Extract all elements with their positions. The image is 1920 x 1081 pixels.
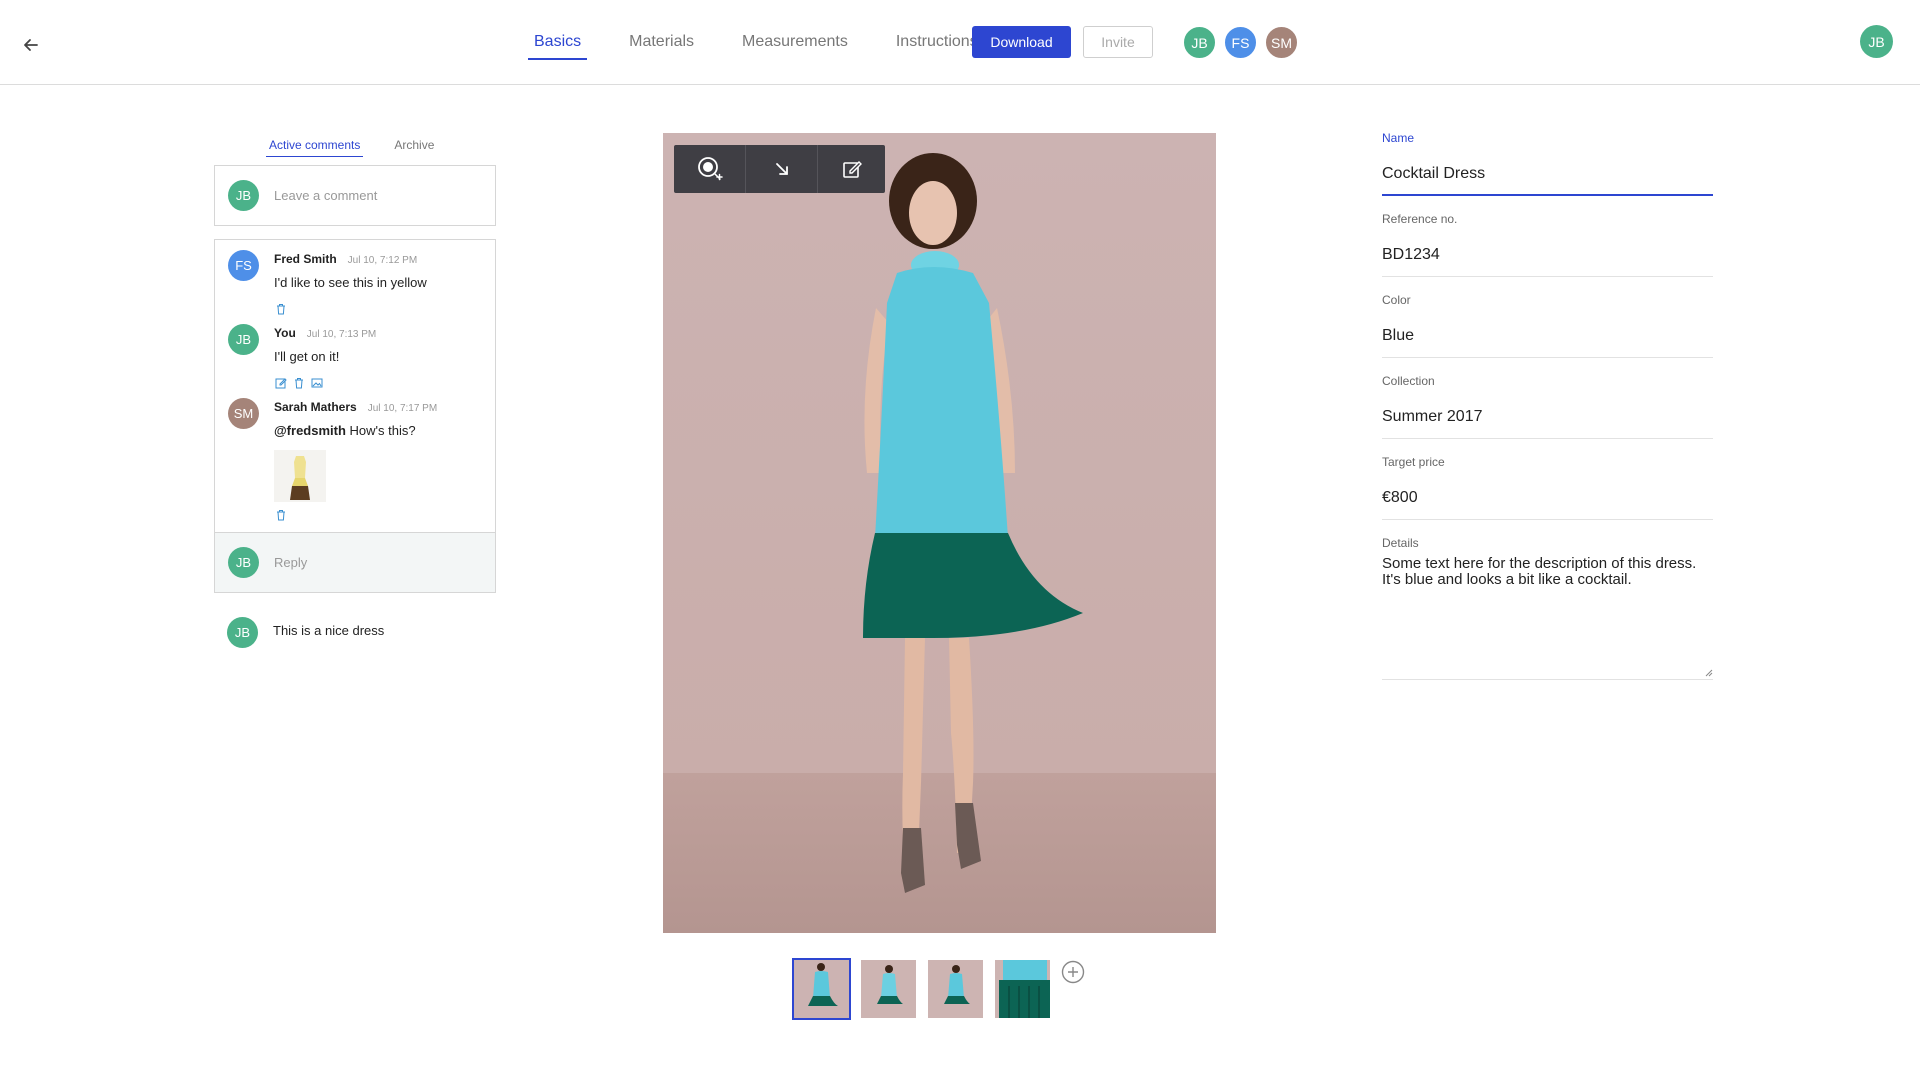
attachment-thumbnail[interactable] [274, 450, 326, 502]
mention[interactable]: @fredsmith [274, 423, 346, 438]
name-field: Name Cocktail Dress [1382, 131, 1713, 196]
resize-handle-icon[interactable] [1703, 667, 1713, 677]
image-toolbar [674, 145, 885, 193]
comments-panel: Active comments Archive JB Leave a comme… [214, 130, 496, 648]
image-icon[interactable] [310, 376, 324, 390]
trash-icon[interactable] [274, 302, 288, 316]
comment: JB This is a nice dress [214, 617, 496, 648]
magnify-add-icon [697, 157, 723, 181]
comment: JB You Jul 10, 7:13 PM I'll get on it! [215, 316, 495, 390]
tab-instructions[interactable]: Instructions [890, 26, 984, 60]
comment-author: Fred Smith [274, 252, 337, 266]
collection-field: Collection Summer 2017 [1382, 374, 1713, 439]
avatar[interactable]: FS [1223, 25, 1258, 60]
tab-basics[interactable]: Basics [528, 26, 588, 60]
field-label: Details [1382, 536, 1419, 550]
collection-input[interactable]: Summer 2017 [1382, 389, 1713, 439]
comment-text: This is a nice dress [273, 623, 385, 638]
field-label: Reference no. [1382, 212, 1458, 226]
comment-thread: FS Fred Smith Jul 10, 7:12 PM I'd like t… [214, 239, 496, 593]
avatar: JB [228, 180, 259, 211]
avatar[interactable]: SM [1264, 25, 1299, 60]
target-price-field: Target price €800 [1382, 455, 1713, 520]
comment-text: I'd like to see this in yellow [274, 275, 427, 290]
details-field: Details Some text here for the descripti… [1382, 536, 1713, 680]
comment: SM Sarah Mathers Jul 10, 7:17 PM @fredsm… [215, 390, 495, 522]
new-comment-box[interactable]: JB Leave a comment [214, 165, 496, 226]
comment-time: Jul 10, 7:13 PM [306, 329, 377, 340]
main-tabs: Basics Materials Measurements Instructio… [528, 26, 1020, 60]
back-arrow-icon[interactable] [18, 32, 44, 58]
comment-text: I'll get on it! [274, 349, 340, 364]
thumbnail[interactable] [993, 958, 1052, 1020]
plus-circle-icon[interactable] [1060, 959, 1086, 985]
reference-field: Reference no. BD1234 [1382, 212, 1713, 277]
avatar: JB [228, 324, 259, 355]
reply-input[interactable]: Reply [274, 555, 307, 570]
comment-text: @fredsmith How's this? [274, 423, 416, 438]
field-label: Collection [1382, 374, 1435, 388]
comment: FS Fred Smith Jul 10, 7:12 PM I'd like t… [215, 240, 495, 316]
dress-photo-illustration [663, 133, 1216, 933]
avatar: JB [228, 547, 259, 578]
field-label: Target price [1382, 455, 1445, 469]
edit-icon[interactable] [274, 376, 288, 390]
color-field: Color Blue [1382, 293, 1713, 358]
reply-box[interactable]: JB Reply [215, 532, 495, 592]
trash-icon[interactable] [274, 508, 288, 522]
download-button[interactable]: Download [972, 26, 1071, 58]
tab-archive[interactable]: Archive [391, 130, 437, 157]
product-photo[interactable] [663, 133, 1216, 933]
trash-icon[interactable] [292, 376, 306, 390]
collaborator-avatars: JB FS SM [1182, 25, 1305, 60]
avatar[interactable]: JB [1182, 25, 1217, 60]
comment-tabs: Active comments Archive [214, 130, 496, 157]
zoom-tool[interactable] [674, 145, 746, 193]
color-input[interactable]: Blue [1382, 308, 1713, 358]
reference-input[interactable]: BD1234 [1382, 227, 1713, 277]
details-form: Name Cocktail Dress Reference no. BD1234… [1382, 131, 1713, 680]
edit-icon [842, 161, 862, 178]
user-avatar[interactable]: JB [1860, 25, 1893, 58]
comment-input[interactable]: Leave a comment [274, 188, 377, 203]
thumbnail[interactable] [926, 958, 985, 1020]
tab-materials[interactable]: Materials [623, 26, 700, 60]
arrow-down-right-icon [775, 163, 788, 175]
comment-time: Jul 10, 7:12 PM [347, 255, 418, 266]
details-textarea[interactable]: Some text here for the description of th… [1382, 556, 1713, 680]
top-bar: Basics Materials Measurements Instructio… [0, 0, 1920, 85]
comment-author: Sarah Mathers [274, 400, 357, 414]
avatar: SM [228, 398, 259, 429]
invite-button[interactable]: Invite [1083, 26, 1153, 58]
arrow-tool[interactable] [746, 145, 818, 193]
avatar: FS [228, 250, 259, 281]
comment-author: You [274, 326, 296, 340]
avatar: JB [227, 617, 258, 648]
annotate-tool[interactable] [818, 145, 885, 193]
name-input[interactable]: Cocktail Dress [1382, 146, 1713, 196]
tab-measurements[interactable]: Measurements [736, 26, 854, 60]
comment-time: Jul 10, 7:17 PM [367, 403, 438, 414]
thumbnail[interactable] [792, 958, 851, 1020]
target-price-input[interactable]: €800 [1382, 470, 1713, 520]
thumbnail-strip [792, 958, 1086, 1020]
field-label: Color [1382, 293, 1411, 307]
field-label: Name [1382, 131, 1415, 145]
tab-active-comments[interactable]: Active comments [266, 130, 364, 157]
thumbnail[interactable] [859, 958, 918, 1020]
